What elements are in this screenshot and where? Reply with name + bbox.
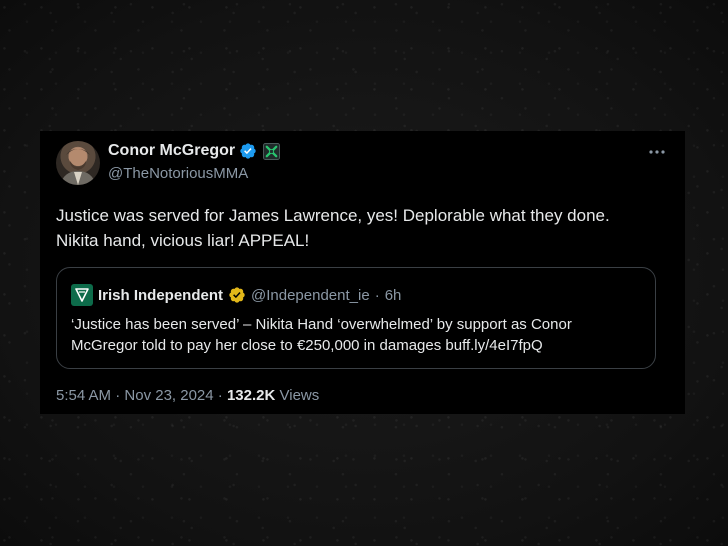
- tweet-text-line: Justice was served for James Lawrence, y…: [56, 206, 610, 225]
- views-count[interactable]: 132.2K: [227, 387, 275, 404]
- meta-separator: ·: [217, 387, 223, 404]
- tweet-text-line: Nikita hand, vicious liar! APPEAL!: [56, 231, 310, 250]
- avatar-image: [60, 148, 96, 185]
- views-label: Views: [279, 387, 320, 404]
- quoted-text-line: ‘Justice has been served’ – Nikita Hand …: [71, 316, 572, 333]
- quoted-tweet-text: ‘Justice has been served’ – Nikita Hand …: [71, 314, 646, 356]
- tweet-meta-row: 5:54 AM · Nov 23, 2024 · 132.2K Views: [56, 387, 319, 404]
- gold-verified-icon: [229, 287, 245, 303]
- tweet-time[interactable]: 5:54 AM: [56, 387, 111, 404]
- tweet-card[interactable]: Conor McGregor @TheNotoriousMMA Justice …: [40, 131, 685, 414]
- meta-separator: ·: [115, 387, 121, 404]
- quoted-display-name[interactable]: Irish Independent: [98, 287, 223, 304]
- author-name-row: Conor McGregor: [108, 142, 281, 160]
- irish-independent-logo: [71, 284, 93, 306]
- quoted-tweet-header: Irish Independent @Independent_ie · 6h: [71, 284, 401, 306]
- quoted-tweet-card[interactable]: Irish Independent @Independent_ie · 6h ‘…: [56, 267, 656, 369]
- more-icon[interactable]: [647, 143, 667, 161]
- verified-icon: [240, 143, 256, 159]
- tweet-date[interactable]: Nov 23, 2024: [124, 387, 213, 404]
- author-display-name[interactable]: Conor McGregor: [108, 142, 235, 160]
- quoted-separator: ·: [374, 286, 380, 304]
- tweet-text: Justice was served for James Lawrence, y…: [56, 203, 676, 253]
- quoted-time[interactable]: 6h: [385, 287, 402, 304]
- avatar[interactable]: [56, 141, 100, 185]
- author-handle[interactable]: @TheNotoriousMMA: [108, 165, 248, 182]
- affiliate-badge-icon[interactable]: [263, 142, 281, 160]
- quoted-handle[interactable]: @Independent_ie: [251, 287, 370, 304]
- quoted-text-line: McGregor told to pay her close to €250,0…: [71, 337, 543, 354]
